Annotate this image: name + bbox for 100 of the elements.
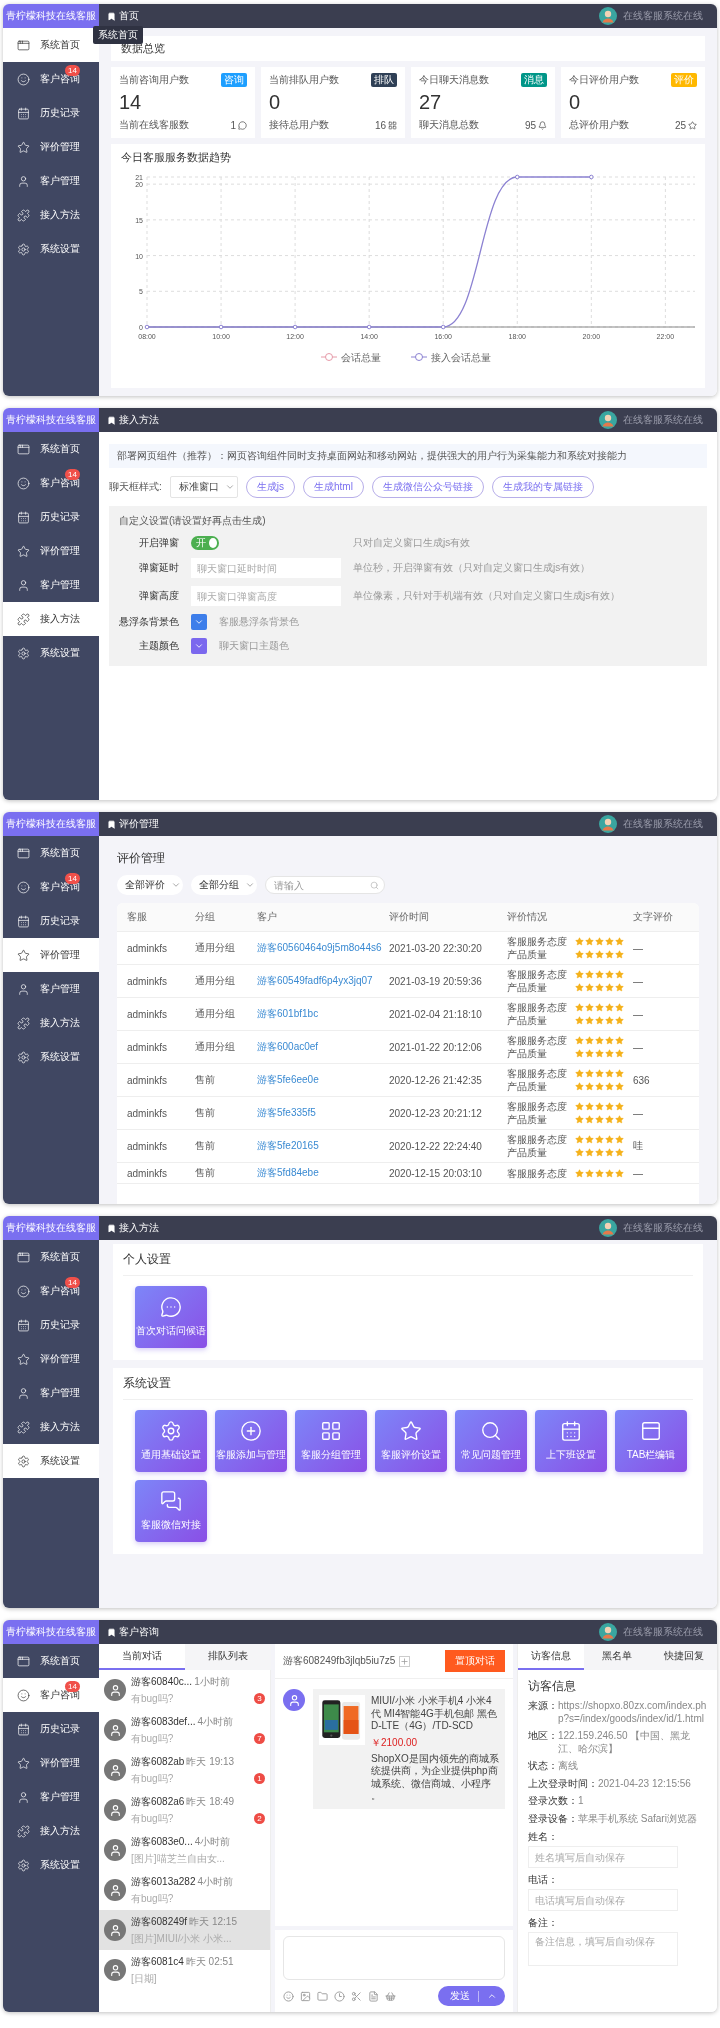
brand-title: 青柠檬科技在线客服 xyxy=(3,1216,99,1240)
gear-icon xyxy=(17,1858,30,1872)
caret-icon xyxy=(194,617,204,627)
message-preview: 有bug吗? xyxy=(131,1811,174,1826)
input-field[interactable]: 聊天窗口弹窗高度 xyxy=(191,586,341,606)
generate-button[interactable]: 生成html xyxy=(303,476,364,498)
settings-tile[interactable]: 客服分组管理 xyxy=(295,1410,367,1472)
table-cell-text: 售前 xyxy=(195,1139,216,1153)
filter-select[interactable]: 全部评价 xyxy=(117,875,183,895)
sidebar-item[interactable]: 评价管理 xyxy=(3,1342,99,1376)
star-icon xyxy=(688,120,697,130)
sidebar-item[interactable]: 历史记录 xyxy=(3,904,99,938)
info-value: 离线 xyxy=(558,1760,579,1773)
field-label: 悬浮条背景色 xyxy=(119,615,179,629)
customer-link[interactable]: 游客5fe335f5 xyxy=(257,1106,389,1120)
star-icon xyxy=(605,1168,614,1178)
folder-icon[interactable] xyxy=(317,1990,328,2002)
message-input[interactable] xyxy=(283,1936,505,1980)
clock-icon[interactable] xyxy=(334,1990,345,2002)
sidebar-item[interactable]: 系统设置 xyxy=(3,1444,99,1478)
sidebar-item[interactable]: 历史记录 xyxy=(3,96,99,130)
sidebar-item[interactable]: 接入方法 xyxy=(3,1410,99,1444)
color-picker[interactable] xyxy=(191,638,207,654)
settings-tile[interactable]: 常见问题管理 xyxy=(455,1410,527,1472)
input-field[interactable]: 电话填写后自动保存 xyxy=(528,1889,678,1911)
basket-icon[interactable] xyxy=(385,1990,396,2002)
sidebar-item[interactable]: 客户管理 xyxy=(3,1780,99,1814)
sidebar-item[interactable]: 客户管理 xyxy=(3,164,99,198)
smiley-icon[interactable] xyxy=(283,1990,294,2002)
sidebar-item[interactable]: 客户管理 xyxy=(3,1376,99,1410)
sidebar-item[interactable]: 系统设置 xyxy=(3,636,99,670)
color-picker[interactable] xyxy=(191,614,207,630)
info-tab[interactable]: 快捷回复 xyxy=(650,1644,717,1670)
plus-icon[interactable] xyxy=(399,1655,411,1667)
notes-field[interactable]: 备注信息，填写后自动保存 xyxy=(528,1932,678,1966)
rating-label: 客服服务态度 xyxy=(507,1001,568,1014)
sidebar-item[interactable]: 接入方法 xyxy=(3,198,99,232)
settings-tile[interactable]: 客服评价设置 xyxy=(375,1410,447,1472)
star-icon xyxy=(605,1082,614,1091)
list-tab[interactable]: 当前对话 xyxy=(99,1644,185,1670)
rating-label: 产品质量 xyxy=(507,1047,548,1060)
settings-tile[interactable]: 通用基础设置 xyxy=(135,1410,207,1472)
table-cell-text: — xyxy=(633,975,644,987)
customer-link[interactable]: 游客60549fadf6p4yx3jq07 xyxy=(257,974,389,988)
sidebar-item[interactable]: 系统首页 xyxy=(3,432,99,466)
settings-tile[interactable]: TAB栏编辑 xyxy=(615,1410,687,1472)
customer-link[interactable]: 游客5fd84ebe xyxy=(257,1166,389,1180)
style-select[interactable]: 标准窗口 xyxy=(169,476,238,498)
generate-button[interactable]: 生成微信公众号链接 xyxy=(371,476,484,498)
sidebar-item[interactable]: 系统首页 xyxy=(3,1644,99,1678)
settings-tile[interactable]: 客服微信对接 xyxy=(135,1480,207,1542)
customer-link[interactable]: 游客5fe6ee0e xyxy=(257,1073,389,1087)
document-icon[interactable] xyxy=(368,1990,379,2002)
star-icon xyxy=(605,1049,614,1058)
stat-count: 25 xyxy=(674,119,686,131)
star-icon xyxy=(595,1016,604,1025)
sidebar-item[interactable]: 接入方法 xyxy=(3,1814,99,1848)
sidebar-item[interactable]: 系统设置 xyxy=(3,1848,99,1882)
sidebar-item[interactable]: 客户管理 xyxy=(3,568,99,602)
sidebar-item[interactable]: 评价管理 xyxy=(3,1746,99,1780)
settings-tile[interactable]: 客服添加与管理 xyxy=(215,1410,287,1472)
sidebar-item[interactable]: 系统设置 xyxy=(3,1040,99,1074)
customer-link[interactable]: 游客5fe20165 xyxy=(257,1139,389,1153)
star-icon xyxy=(605,1069,614,1078)
info-tab[interactable]: 黑名单 xyxy=(584,1644,651,1670)
sidebar-item[interactable]: 历史记录 xyxy=(3,500,99,534)
window-icon xyxy=(640,1420,662,1442)
stat-value: 0 xyxy=(569,91,582,114)
generate-button[interactable]: 生成js xyxy=(245,476,295,498)
search-field[interactable]: 请输入 xyxy=(265,876,385,894)
sidebar-item[interactable]: 接入方法 xyxy=(3,1006,99,1040)
sidebar-item[interactable]: 评价管理 xyxy=(3,534,99,568)
sidebar-item[interactable]: 系统首页 xyxy=(3,836,99,870)
filter-select[interactable]: 全部分组 xyxy=(191,875,257,895)
customer-link[interactable]: 游客600ac0ef xyxy=(257,1040,389,1054)
send-button[interactable]: 发送 xyxy=(438,1986,505,2006)
rating-label: 客服服务态度 xyxy=(507,1100,568,1113)
scissors-icon[interactable] xyxy=(351,1990,362,2002)
sidebar-item[interactable]: 客户管理 xyxy=(3,972,99,1006)
customer-link[interactable]: 游客601bf1bc xyxy=(257,1007,389,1021)
customer-link[interactable]: 游客60560464o9j5m8o44s6 xyxy=(257,941,389,955)
image-icon[interactable] xyxy=(300,1990,311,2002)
sidebar-item[interactable]: 系统首页 xyxy=(3,28,99,62)
sidebar-item[interactable]: 系统设置 xyxy=(3,232,99,266)
settings-tile[interactable]: 首次对话问候语 xyxy=(135,1286,207,1348)
sidebar-item[interactable]: 历史记录 xyxy=(3,1308,99,1342)
table-cell-text: 通用分组 xyxy=(195,1007,236,1021)
sidebar-item[interactable]: 接入方法 xyxy=(3,602,99,636)
legend-marker[interactable] xyxy=(320,353,338,361)
product-card[interactable]: MIUI/小米 小米手机4 小米4代 MI4智能4G手机包邮 黑色 D-LTE（4G）/TD-SCD ￥2100.00 ShopXO是国内领先的商城系统提供商，为企业提供php商城系统、微信商城、小程序。 xyxy=(313,1689,505,1809)
brand-title: 青柠檬科技在线客服 xyxy=(3,812,99,836)
sidebar-item[interactable]: 系统首页 xyxy=(3,1240,99,1274)
input-field[interactable]: 姓名填写后自动保存 xyxy=(528,1846,678,1868)
legend-marker[interactable] xyxy=(410,353,428,361)
generate-button[interactable]: 生成我的专属链接 xyxy=(491,476,594,498)
sidebar-item[interactable]: 评价管理 xyxy=(3,130,99,164)
sidebar-item[interactable]: 历史记录 xyxy=(3,1712,99,1746)
sidebar-item[interactable]: 评价管理 xyxy=(3,938,99,972)
input-field[interactable]: 聊天窗口延时时间 xyxy=(191,558,341,578)
settings-tile[interactable]: 上下班设置 xyxy=(535,1410,607,1472)
